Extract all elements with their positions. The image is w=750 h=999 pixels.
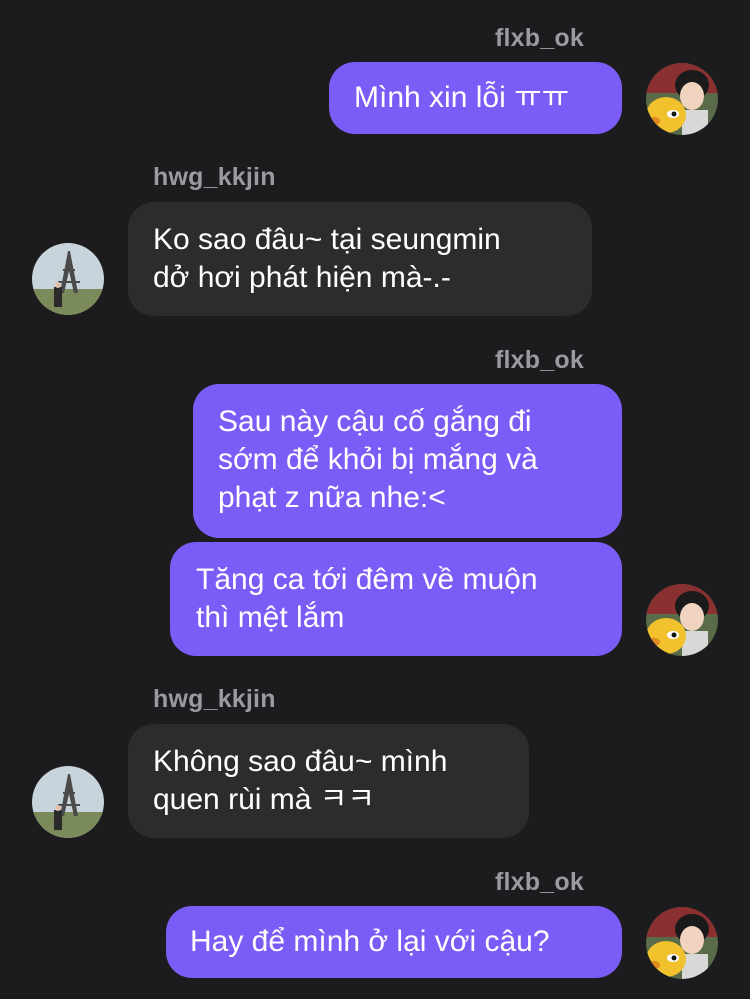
message-text-line: Sau này cậu cố gắng đi [218,405,532,438]
sender-name: hwg_kkjin [153,685,276,713]
message-bubble-sent[interactable]: Mình xin lỗi ㅠㅠ [329,62,622,134]
avatar[interactable] [32,766,104,838]
avatar-person-with-yellow-duck-icon [646,907,718,979]
avatar-eiffel-tower-photo-icon [32,243,104,315]
sender-name: flxb_ok [495,868,584,896]
message-text-line: Không sao đâu~ mình [153,745,448,778]
avatar-person-with-yellow-duck-icon [646,63,718,135]
message-bubble-sent[interactable]: Hay để mình ở lại với cậu? [166,906,622,978]
message-text-line: sớm để khỏi bị mắng và [218,443,538,476]
message-bubble-received[interactable]: Không sao đâu~ mình quen rùi mà ㅋㅋ [128,724,529,838]
message-bubble-received[interactable]: Ko sao đâu~ tại seungmin dở hơi phát hiệ… [128,202,592,316]
message-text-line: thì mệt lắm [196,601,345,634]
avatar[interactable] [646,907,718,979]
message-text: Mình xin lỗi ㅠㅠ [354,81,570,114]
message-text-line: dở hơi phát hiện mà-.- [153,261,451,294]
avatar-eiffel-tower-photo-icon [32,766,104,838]
avatar[interactable] [646,584,718,656]
message-text: Hay để mình ở lại với cậu? [190,925,550,958]
avatar[interactable] [32,243,104,315]
message-bubble-sent[interactable]: Sau này cậu cố gắng đi sớm để khỏi bị mắ… [193,384,622,538]
message-text-line: Tăng ca tới đêm về muộn [196,563,538,596]
sender-name: flxb_ok [495,24,584,52]
avatar[interactable] [646,63,718,135]
message-text-line: quen rùi mà ㅋㅋ [153,783,375,816]
avatar-person-with-yellow-duck-icon [646,584,718,656]
sender-name: hwg_kkjin [153,163,276,191]
message-bubble-sent[interactable]: Tăng ca tới đêm về muộn thì mệt lắm [170,542,622,656]
message-text-line: Ko sao đâu~ tại seungmin [153,223,501,256]
sender-name: flxb_ok [495,346,584,374]
message-text-line: phạt z nữa nhe:< [218,481,446,514]
